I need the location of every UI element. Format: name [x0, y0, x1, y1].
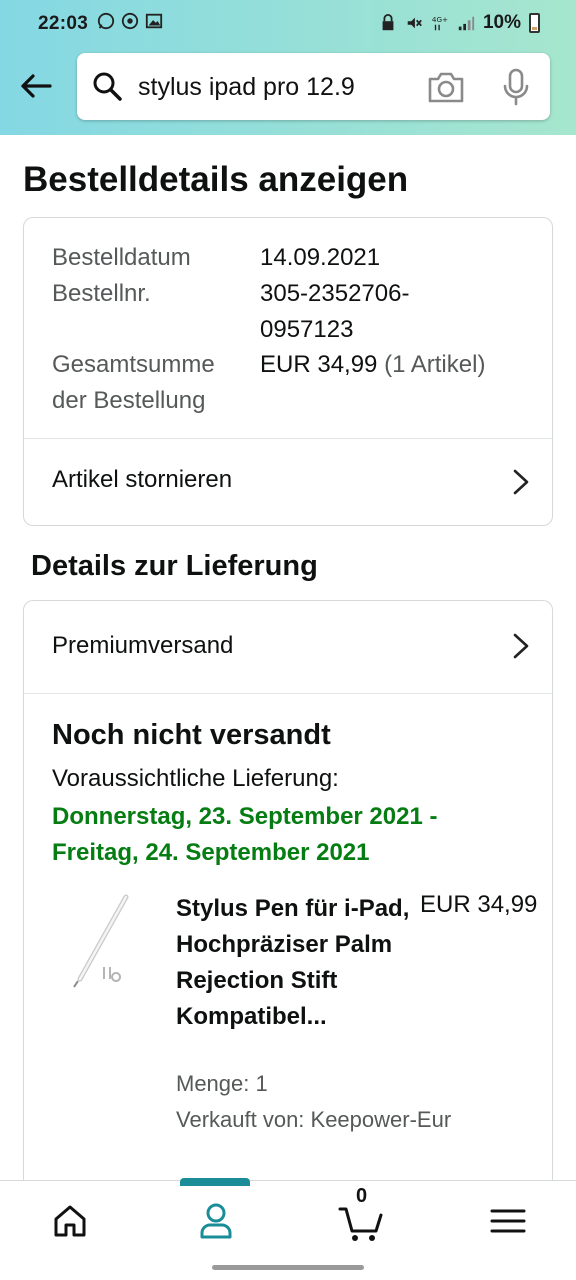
- divider: [24, 693, 552, 694]
- mute-icon: [407, 17, 422, 29]
- product-seller: Verkauft von: Keepower-Eur: [176, 1107, 452, 1132]
- battery-percent: 10%: [482, 12, 521, 33]
- gallery-icon: [145, 13, 163, 29]
- page-title: Bestelldetails anzeigen: [23, 160, 409, 199]
- lock-icon: [382, 14, 394, 31]
- status-bar: 22:03 4G+ 10%: [0, 0, 576, 48]
- search-icon: [93, 72, 122, 101]
- battery-icon: [529, 13, 540, 33]
- delivery-card: Premiumversand Noch nicht versandt Vorau…: [23, 600, 553, 1200]
- order-number-label: Bestellnr.: [52, 280, 151, 307]
- cancel-items-label: Artikel stornieren: [52, 466, 233, 493]
- order-date-label: Bestelldatum: [52, 244, 191, 271]
- camera-icon[interactable]: [427, 70, 465, 104]
- sync-app-icon: [121, 12, 139, 30]
- shipping-method-link[interactable]: Premiumversand: [24, 601, 552, 687]
- search-bar[interactable]: stylus ipad pro 12.9: [77, 53, 550, 120]
- shipment-status: Noch nicht versandt: [52, 719, 331, 751]
- expected-delivery-dates: Donnerstag, 23. September 2021 - Freitag…: [52, 803, 438, 866]
- order-number-value-line2: 0957123: [260, 316, 354, 343]
- product-price: EUR 34,99: [420, 891, 538, 918]
- cancel-items-link[interactable]: Artikel stornieren: [24, 439, 552, 525]
- order-total-value: EUR 34,99 (1 Artikel): [260, 351, 486, 378]
- svg-text:4G+: 4G+: [432, 15, 448, 24]
- order-total-items: (1 Artikel): [384, 351, 486, 378]
- shipping-method-label: Premiumversand: [52, 632, 234, 659]
- app-header: 22:03 4G+ 10% stylus ipad pro 12.9: [0, 0, 576, 135]
- whatsapp-icon: [97, 12, 115, 30]
- notification-icons: [97, 12, 163, 30]
- microphone-icon[interactable]: [501, 68, 531, 106]
- chevron-right-icon: [513, 469, 529, 495]
- product-image[interactable]: [66, 889, 136, 989]
- order-total-label-line1: Gesamtsumme: [52, 351, 215, 378]
- order-number-value-line1: 305-2352706-: [260, 280, 410, 307]
- menu-icon[interactable]: [486, 1199, 530, 1243]
- order-date-value: 14.09.2021: [260, 244, 381, 271]
- product-title-link[interactable]: Stylus Pen für i-Pad, Hochpräziser Palm …: [176, 891, 411, 1035]
- product-quantity: Menge: 1: [176, 1071, 268, 1096]
- back-arrow-icon[interactable]: [18, 68, 54, 104]
- cart-count: 0: [356, 1185, 368, 1207]
- search-input[interactable]: stylus ipad pro 12.9: [138, 73, 355, 102]
- chevron-right-icon: [513, 633, 529, 659]
- active-tab-indicator: [180, 1178, 250, 1186]
- system-status: 4G+ 10%: [379, 12, 540, 34]
- order-summary-card: Bestelldatum 14.09.2021 Bestellnr. 305-2…: [23, 217, 553, 526]
- bottom-navigation: 0: [0, 1180, 576, 1258]
- status-time: 22:03: [38, 13, 89, 34]
- signal-icon: [458, 16, 475, 31]
- account-icon[interactable]: [194, 1199, 238, 1243]
- network-4g-icon: 4G+: [432, 15, 448, 31]
- gesture-bar[interactable]: [212, 1265, 364, 1270]
- expected-delivery-label: Voraussichtliche Lieferung:: [52, 765, 339, 792]
- delivery-section-title: Details zur Lieferung: [31, 550, 318, 582]
- home-icon[interactable]: [48, 1199, 92, 1243]
- order-total-label-line2: der Bestellung: [52, 387, 206, 414]
